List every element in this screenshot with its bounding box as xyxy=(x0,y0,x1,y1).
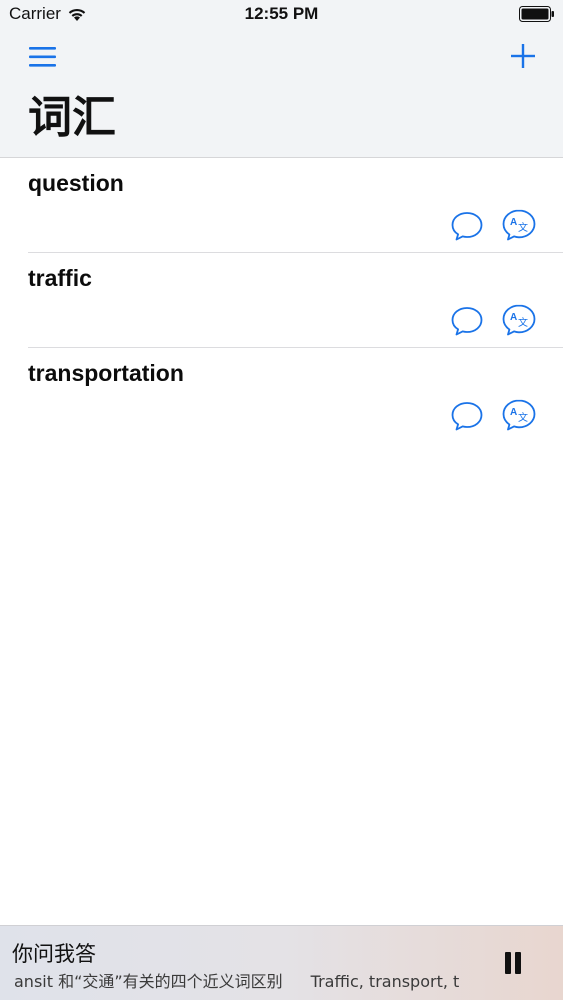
battery-icon xyxy=(519,6,554,22)
page-title: 词汇 xyxy=(28,92,116,143)
speech-bubble-icon[interactable] xyxy=(450,400,484,432)
pause-bar xyxy=(515,952,521,974)
word-label: question xyxy=(28,170,124,196)
status-bar: Carrier 12:55 PM xyxy=(0,0,563,30)
list-item[interactable]: traffic A 文 xyxy=(0,253,563,348)
speech-bubble-icon[interactable] xyxy=(450,210,484,242)
translate-icon[interactable]: A 文 xyxy=(501,398,537,432)
list-item[interactable]: question A 文 xyxy=(0,158,563,253)
svg-text:A: A xyxy=(510,312,517,323)
speech-bubble-icon[interactable] xyxy=(450,305,484,337)
plus-icon[interactable] xyxy=(509,42,537,70)
translate-icon[interactable]: A 文 xyxy=(501,208,537,242)
svg-text:文: 文 xyxy=(518,316,528,329)
vocabulary-list: question A 文 traffic A 文 transportation … xyxy=(0,158,563,443)
list-item[interactable]: transportation A 文 xyxy=(0,348,563,443)
pause-bar xyxy=(505,952,511,974)
mini-player[interactable]: 你问我答 ansit 和“交通”有关的四个近义词区别 Traffic, trans… xyxy=(0,925,563,1000)
player-title: 你问我答 xyxy=(12,942,96,966)
svg-text:A: A xyxy=(510,217,517,228)
pause-icon[interactable] xyxy=(503,952,523,974)
svg-text:文: 文 xyxy=(518,221,528,234)
navigation-header: Carrier 12:55 PM 词汇 xyxy=(0,0,563,158)
translate-icon[interactable]: A 文 xyxy=(501,303,537,337)
hamburger-menu-icon[interactable] xyxy=(28,44,58,70)
player-subtitle-marquee: ansit 和“交通”有关的四个近义词区别 Traffic, transport,… xyxy=(14,968,469,992)
svg-text:A: A xyxy=(510,407,517,418)
word-label: transportation xyxy=(28,360,184,386)
word-label: traffic xyxy=(28,265,92,291)
status-time: 12:55 PM xyxy=(244,4,319,23)
player-subtitle-text: Traffic, transport, t xyxy=(310,972,460,991)
svg-text:文: 文 xyxy=(518,411,528,424)
player-subtitle-text: ansit 和“交通”有关的四个近义词区别 xyxy=(14,972,283,991)
app-screen: Carrier 12:55 PM 词汇 question A 文 traffic… xyxy=(0,0,563,1000)
